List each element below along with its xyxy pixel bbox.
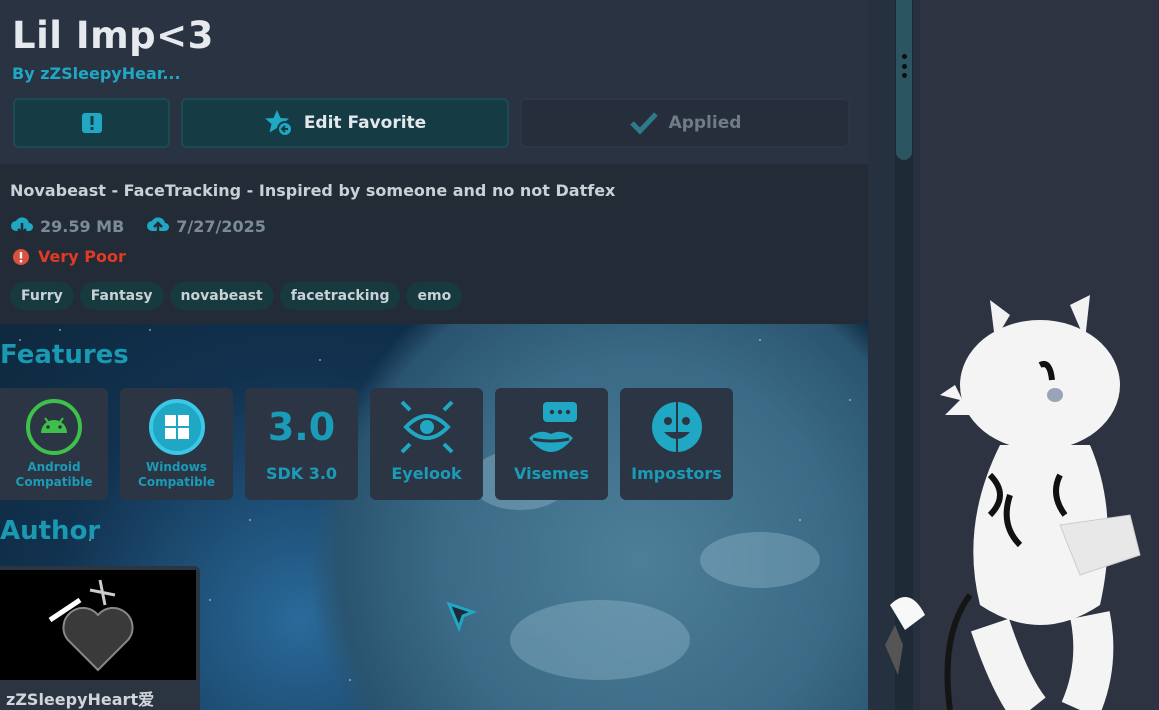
feature-label: Android Compatible xyxy=(16,460,93,490)
feature-windows: Windows Compatible xyxy=(120,388,233,500)
avatar-model-preview xyxy=(885,295,1141,710)
feature-label-line2: Compatible xyxy=(138,475,215,489)
feature-label: Visemes xyxy=(513,464,589,483)
feature-label: SDK 3.0 xyxy=(265,464,338,483)
file-size: 29.59 MB xyxy=(10,216,124,236)
author-avatar xyxy=(0,570,196,680)
file-size-value: 29.59 MB xyxy=(40,216,125,236)
avatar-description: Novabeast - FaceTracking - Inspired by s… xyxy=(10,181,616,200)
heart-image xyxy=(48,579,134,672)
visemes-icon xyxy=(528,402,577,452)
cloud-download-icon xyxy=(11,217,33,235)
tag[interactable]: Fantasy xyxy=(79,282,164,310)
impostor-face-icon xyxy=(651,402,702,452)
edit-favorite-button[interactable]: Edit Favorite xyxy=(181,98,509,148)
eye-tracking-icon xyxy=(400,400,453,454)
page-title: Lil Imp<3 xyxy=(12,14,214,57)
scrollbar-thumb[interactable] xyxy=(896,0,912,160)
tag[interactable]: facetracking xyxy=(279,282,401,310)
feature-visemes: Visemes xyxy=(495,388,608,500)
star-edit-icon xyxy=(264,110,293,137)
avatar-header: Lil Imp<3 By zZSleepyHear... Edit Favori… xyxy=(0,0,868,164)
feature-android: Android Compatible xyxy=(0,388,108,500)
avatar-info-panel: Novabeast - FaceTracking - Inspired by s… xyxy=(0,164,868,324)
feature-impostors: Impostors xyxy=(620,388,733,500)
features-list: Android Compatible Windows Compatible 3.… xyxy=(0,388,733,500)
applied-label: Applied xyxy=(668,113,742,133)
feature-label: Eyelook xyxy=(391,464,462,483)
applied-button[interactable]: Applied xyxy=(520,98,850,148)
author-name: zZSleepyHeart爱 xyxy=(6,690,155,709)
upload-date-value: 7/27/2025 xyxy=(176,216,266,236)
feature-eyelook: Eyelook xyxy=(370,388,483,500)
windows-icon xyxy=(148,399,205,455)
android-icon xyxy=(26,399,82,455)
feature-label-line1: Windows xyxy=(146,460,207,474)
performance-rating: Very Poor xyxy=(12,247,126,266)
feature-label-line1: Android xyxy=(27,460,81,474)
meta-row: 29.59 MB 7/27/2025 xyxy=(10,216,266,236)
warning-circle-icon xyxy=(13,248,29,265)
author-link[interactable]: By zZSleepyHear... xyxy=(12,64,181,83)
checkmark-icon xyxy=(629,112,658,135)
cloud-upload-icon xyxy=(147,217,170,235)
feature-sdk: 3.0 SDK 3.0 xyxy=(245,388,358,500)
performance-value: Very Poor xyxy=(38,247,126,266)
features-heading: Features xyxy=(0,340,129,370)
feature-label: Impostors xyxy=(631,464,722,483)
report-button[interactable] xyxy=(13,98,170,148)
drag-handle-icon[interactable] xyxy=(901,54,907,78)
edit-favorite-label: Edit Favorite xyxy=(303,113,427,133)
sdk-icon-text: 3.0 xyxy=(267,405,336,449)
exclamation-icon xyxy=(81,113,102,133)
feature-label: Windows Compatible xyxy=(138,460,215,490)
tag[interactable]: emo xyxy=(406,282,463,310)
sdk-icon: 3.0 xyxy=(268,398,335,456)
tag-list: Furry Fantasy novabeast facetracking emo xyxy=(10,282,463,310)
tag[interactable]: novabeast xyxy=(169,282,274,310)
feature-label-line2: Compatible xyxy=(15,475,93,489)
tag[interactable]: Furry xyxy=(10,282,74,310)
author-heading: Author xyxy=(0,516,101,546)
cursor-icon xyxy=(447,602,477,632)
author-card[interactable]: zZSleepyHeart爱 xyxy=(0,566,200,710)
upload-date: 7/27/2025 xyxy=(146,216,266,236)
